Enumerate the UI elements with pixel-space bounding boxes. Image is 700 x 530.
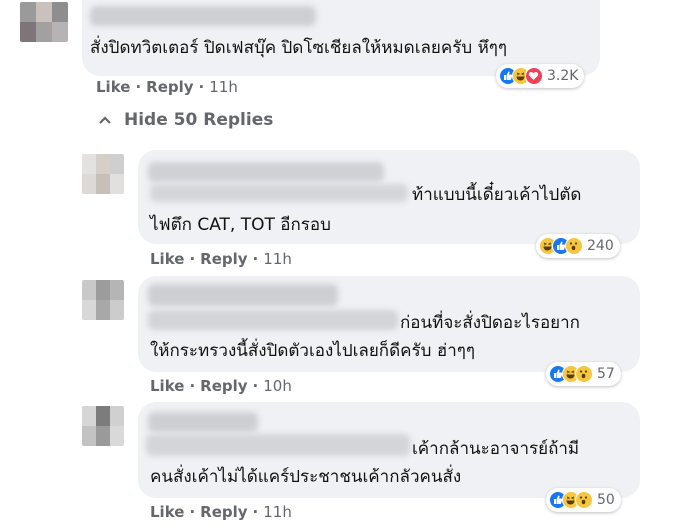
- blurred-author-name: [148, 162, 384, 182]
- reply-link[interactable]: Reply: [200, 250, 247, 268]
- reply-avatar[interactable]: [82, 280, 124, 320]
- comment-text: สั่งปิดทวิตเตอร์ ปิดเฟสบุ๊ค ปิดโซเชียลให…: [90, 38, 508, 58]
- like-link[interactable]: Like: [96, 78, 130, 96]
- reply-actions: Like · Reply · 11h: [150, 250, 292, 268]
- separator-dot: ·: [189, 377, 196, 395]
- reply-text-line-2: ให้กระทรวงนี้สั่งปิดตัวเองไปเลยก็ดีครับ …: [150, 341, 476, 361]
- wow-reaction-icon: [565, 237, 583, 255]
- reply-timestamp[interactable]: 10h: [263, 377, 292, 395]
- like-link[interactable]: Like: [150, 377, 184, 395]
- reply-reactions[interactable]: 240: [536, 234, 620, 258]
- reply-bubble: ก่อนที่จะสั่งปิดอะไรอยาก ให้กระทรวงนี้สั…: [138, 276, 640, 372]
- reply-actions: Like · Reply · 11h: [150, 503, 292, 521]
- reply-avatar[interactable]: [82, 406, 124, 446]
- love-reaction-icon: [525, 67, 543, 85]
- reply-reaction-count: 57: [597, 366, 615, 382]
- separator-dot: ·: [189, 503, 196, 521]
- separator-dot: ·: [252, 503, 259, 521]
- reply-avatar[interactable]: [82, 154, 124, 194]
- comment-reaction-count: 3.2K: [547, 68, 579, 84]
- reply-actions: Like · Reply · 10h: [150, 377, 292, 395]
- blurred-author-name: [148, 412, 258, 432]
- wow-reaction-icon: [575, 365, 593, 383]
- reply-link[interactable]: Reply: [200, 503, 247, 521]
- blurred-author-name: [90, 6, 316, 26]
- wow-reaction-icon: [575, 491, 593, 509]
- commenter-avatar[interactable]: [20, 2, 68, 42]
- separator-dot: ·: [189, 250, 196, 268]
- comment-timestamp[interactable]: 11h: [209, 78, 238, 96]
- separator-dot: ·: [198, 78, 205, 96]
- blurred-text: [148, 310, 398, 330]
- separator-dot: ·: [252, 377, 259, 395]
- reply-text-line-2: ไฟตึก CAT, TOT อีกรอบ: [150, 215, 331, 235]
- reply-text-line-1: ท้าแบบนี้เดี๋ยวเค้าไปตัด: [412, 185, 582, 205]
- reply-reactions[interactable]: 50: [546, 488, 621, 512]
- reply-reactions[interactable]: 57: [546, 362, 621, 386]
- reply-timestamp[interactable]: 11h: [263, 503, 292, 521]
- comment-reactions[interactable]: 3.2K: [496, 64, 585, 88]
- reply-text-line-1: เค้ากล้านะอาจารย์ถ้ามี: [412, 439, 580, 459]
- blurred-text: [150, 184, 408, 202]
- blurred-author-name: [148, 284, 338, 306]
- hide-replies-toggle[interactable]: Hide 50 Replies: [98, 110, 273, 130]
- separator-dot: ·: [252, 250, 259, 268]
- chevron-up-icon: [98, 110, 112, 130]
- reply-bubble: ท้าแบบนี้เดี๋ยวเค้าไปตัด ไฟตึก CAT, TOT …: [138, 150, 640, 244]
- blurred-text: [146, 434, 410, 456]
- separator-dot: ·: [135, 78, 142, 96]
- reply-reaction-count: 240: [587, 238, 614, 254]
- comment-actions: Like · Reply · 11h: [96, 78, 238, 96]
- reply-bubble: เค้ากล้านะอาจารย์ถ้ามี คนสั่งเค้าไม่ได้แ…: [138, 402, 640, 498]
- hide-replies-label: Hide 50 Replies: [124, 110, 274, 130]
- reply-link[interactable]: Reply: [200, 377, 247, 395]
- reply-timestamp[interactable]: 11h: [263, 250, 292, 268]
- reply-text-line-2: คนสั่งเค้าไม่ได้แคร์ประชาชนเค้ากลัวคนสั่…: [150, 467, 462, 487]
- reply-reaction-count: 50: [597, 492, 615, 508]
- like-link[interactable]: Like: [150, 503, 184, 521]
- like-link[interactable]: Like: [150, 250, 184, 268]
- reply-link[interactable]: Reply: [146, 78, 193, 96]
- reply-text-line-1: ก่อนที่จะสั่งปิดอะไรอยาก: [400, 313, 580, 333]
